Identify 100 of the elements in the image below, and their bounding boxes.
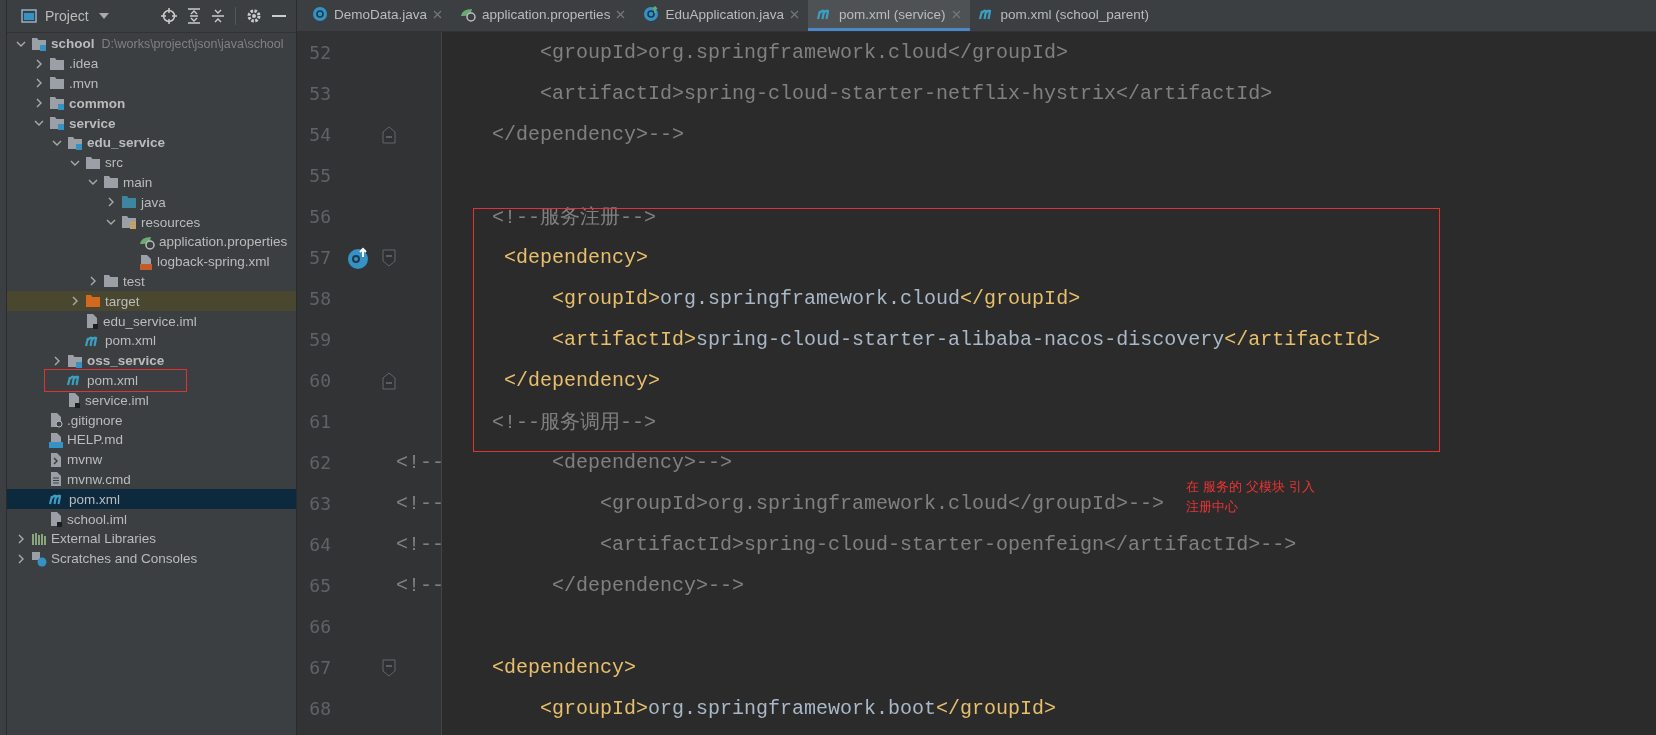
expand-all-icon[interactable] bbox=[187, 8, 201, 24]
tree-item[interactable]: HELP.md bbox=[67, 432, 124, 448]
tree-item[interactable]: application.properties bbox=[159, 234, 288, 250]
scratches-icon bbox=[31, 550, 47, 567]
tree-item[interactable]: Scratches and Consoles bbox=[51, 551, 198, 567]
close-icon[interactable] bbox=[616, 9, 626, 19]
tree-row[interactable]: school.iml bbox=[7, 509, 296, 529]
tree-row[interactable]: test bbox=[7, 271, 296, 292]
tree-row[interactable]: Scratches and Consoles bbox=[7, 548, 296, 569]
tree-item[interactable]: pom.xml bbox=[69, 491, 120, 507]
tree-row[interactable]: service.iml bbox=[7, 390, 296, 411]
tree-row[interactable]: mvnw.cmd bbox=[7, 469, 296, 490]
code-line: <artifactId>spring-cloud-starter-alibaba-nacos-discovery</artifactId> bbox=[551, 328, 1381, 351]
class-icon bbox=[643, 6, 660, 22]
fold-marker-icon[interactable] bbox=[382, 248, 396, 267]
fold-marker-icon[interactable] bbox=[382, 371, 396, 390]
tree-item[interactable]: .idea bbox=[69, 56, 99, 72]
tree-item[interactable]: school bbox=[51, 36, 95, 52]
folder-icon bbox=[121, 215, 137, 230]
panel-title[interactable]: Project bbox=[45, 8, 89, 24]
tree-item[interactable]: oss_service bbox=[87, 353, 165, 369]
editor-tab[interactable]: pom.xml (school_parent) bbox=[969, 0, 1159, 31]
settings-icon[interactable] bbox=[246, 8, 262, 24]
implemented-icon[interactable] bbox=[347, 245, 371, 270]
tree-row[interactable]: pom.xml bbox=[7, 330, 296, 351]
tree-row[interactable]: target bbox=[7, 291, 296, 312]
tree-row[interactable]: src bbox=[7, 152, 296, 173]
tree-row[interactable]: .gitignore bbox=[7, 410, 296, 430]
tree-row[interactable]: school D:\works\project\json\java\school bbox=[7, 34, 296, 54]
code-line: </dependency> bbox=[503, 369, 661, 392]
tree-row[interactable]: service bbox=[7, 113, 296, 133]
tree-row[interactable]: pom.xml bbox=[7, 489, 296, 510]
tree-row[interactable]: .idea bbox=[7, 53, 296, 74]
tree-item[interactable]: src bbox=[105, 155, 123, 171]
tree-item[interactable]: main bbox=[123, 174, 153, 190]
editor-tab[interactable]: pom.xml (service) bbox=[808, 0, 970, 31]
editor-tab[interactable]: application.properties bbox=[451, 0, 635, 31]
tree-item[interactable]: java bbox=[141, 194, 166, 210]
tree-row[interactable]: logback-spring.xml bbox=[7, 251, 296, 272]
folder-icon bbox=[121, 195, 137, 210]
tree-item[interactable]: mvnw.cmd bbox=[67, 471, 131, 487]
tree-row[interactable]: External Libraries bbox=[7, 528, 296, 549]
file-icon bbox=[139, 253, 153, 270]
module-folder-icon bbox=[67, 135, 83, 150]
tree-row[interactable]: main bbox=[7, 172, 296, 193]
tree-item[interactable]: resources bbox=[141, 214, 201, 230]
tree-item[interactable]: pom.xml bbox=[105, 333, 156, 349]
tree-row[interactable]: resources bbox=[7, 212, 296, 232]
folder-icon bbox=[85, 294, 101, 309]
tree-item[interactable]: common bbox=[69, 95, 126, 111]
code-line: <!-- <groupId>org.springframework.cloud</groupId>--> bbox=[396, 492, 1165, 515]
tree-row[interactable]: edu_service.iml bbox=[7, 311, 296, 331]
minimize-icon[interactable] bbox=[272, 14, 286, 18]
tree-row[interactable]: application.properties bbox=[7, 231, 296, 252]
tree-item[interactable]: mvnw bbox=[67, 452, 103, 468]
tree-item[interactable]: service.iml bbox=[85, 392, 149, 408]
tree-item[interactable]: service bbox=[69, 115, 116, 131]
tree-item[interactable]: target bbox=[105, 293, 140, 309]
tree-row[interactable]: oss_service bbox=[7, 350, 296, 371]
folder-icon bbox=[85, 155, 101, 170]
editor-tab[interactable]: DemoData.java bbox=[303, 0, 452, 31]
tree-item[interactable]: .mvn bbox=[69, 76, 99, 91]
tree-item[interactable]: External Libraries bbox=[51, 531, 157, 547]
tree-item[interactable]: school.iml bbox=[67, 511, 128, 527]
tree-row[interactable]: .mvn bbox=[7, 73, 296, 94]
tree-item[interactable]: edu_service bbox=[87, 135, 166, 151]
tree-row[interactable]: java bbox=[7, 192, 296, 213]
file-icon bbox=[49, 431, 63, 448]
module-folder-icon bbox=[49, 116, 65, 131]
code-line: </dependency>--> bbox=[491, 123, 685, 146]
close-icon[interactable] bbox=[790, 9, 799, 19]
tree-item[interactable]: test bbox=[123, 273, 145, 289]
editor-tab[interactable]: EduApplication.java bbox=[634, 0, 808, 31]
tree-item[interactable]: .gitignore bbox=[67, 412, 123, 428]
folder-icon bbox=[49, 56, 65, 71]
module-folder-icon bbox=[31, 36, 47, 51]
file-icon bbox=[49, 471, 63, 488]
tree-row[interactable]: edu_service bbox=[7, 133, 296, 153]
tree-item[interactable]: edu_service.iml bbox=[103, 313, 197, 329]
caret-icon[interactable] bbox=[98, 12, 109, 20]
library-icon bbox=[31, 531, 47, 546]
code-line: <artifactId>spring-cloud-starter-netflix-hystrix</artifactId> bbox=[539, 82, 1273, 105]
tree-row[interactable]: pom.xml bbox=[7, 370, 296, 391]
locate-icon[interactable] bbox=[161, 8, 177, 24]
collapse-all-icon[interactable] bbox=[211, 8, 225, 24]
tree-row[interactable]: mvnw bbox=[7, 449, 296, 470]
leaf-gear-icon bbox=[460, 6, 477, 22]
tree-item[interactable]: pom.xml bbox=[87, 372, 138, 388]
fold-marker-icon[interactable] bbox=[382, 658, 396, 677]
file-icon bbox=[85, 313, 99, 330]
tree-row[interactable]: common bbox=[7, 93, 296, 114]
file-icon bbox=[49, 511, 63, 527]
file-icon bbox=[67, 392, 81, 409]
tree-item[interactable]: logback-spring.xml bbox=[157, 254, 270, 270]
close-icon[interactable] bbox=[433, 9, 443, 19]
code-line: <!-- </dependency>--> bbox=[396, 574, 745, 597]
file-icon bbox=[49, 412, 63, 429]
tree-row[interactable]: HELP.md bbox=[7, 429, 296, 450]
fold-marker-icon[interactable] bbox=[382, 125, 396, 144]
window-icon bbox=[21, 9, 37, 23]
